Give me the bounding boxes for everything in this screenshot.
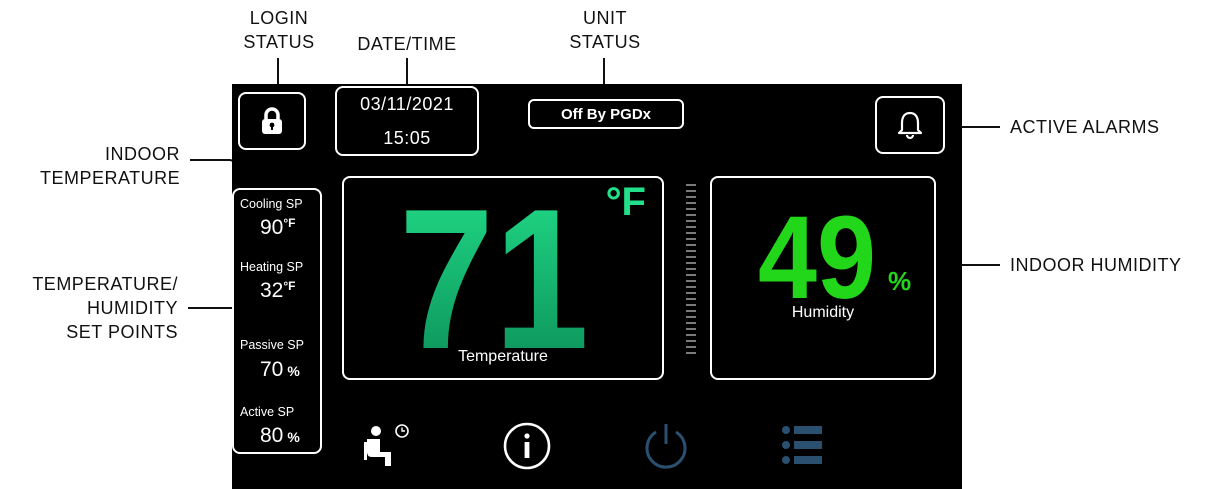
- humidity-label: Humidity: [791, 304, 855, 321]
- setpoints-panel[interactable]: Cooling SP 90°F Heating SP 32°F Passive …: [232, 188, 322, 454]
- scale-tick: [686, 268, 696, 270]
- callout-line: HUMIDITY: [87, 298, 178, 318]
- callout-line: LOGIN: [249, 8, 309, 28]
- info-button[interactable]: [502, 421, 552, 471]
- date-time-display[interactable]: 03/11/2021 15:05: [335, 86, 479, 156]
- scale-tick: [686, 292, 696, 294]
- leader-date-time: [406, 58, 408, 86]
- active-sp-label: Active SP: [240, 405, 295, 419]
- scale-tick: [686, 250, 696, 252]
- indoor-temperature-panel[interactable]: 71 °F Temperature: [342, 176, 664, 380]
- lock-icon: [262, 107, 282, 134]
- indoor-humidity-panel[interactable]: 49 % Humidity: [710, 176, 936, 380]
- cooling-sp-value: 90°F: [260, 216, 296, 240]
- scale-tick: [686, 280, 696, 282]
- power-button[interactable]: [640, 420, 692, 472]
- callout-login-status: LOGIN STATUS: [237, 6, 321, 54]
- callout-indoor-temperature: INDOOR TEMPERATURE: [40, 142, 180, 190]
- scale-tick: [686, 298, 696, 300]
- scale-tick: [686, 322, 696, 324]
- bell-icon: [897, 111, 923, 140]
- scale-tick: [686, 304, 696, 306]
- level-scale: [686, 184, 696, 356]
- sp-number: 32: [260, 279, 284, 302]
- callout-line: UNIT: [583, 8, 627, 28]
- scale-tick: [686, 232, 696, 234]
- login-status-button[interactable]: [238, 92, 306, 150]
- humidity-value: 49: [758, 198, 876, 304]
- callout-set-points: TEMPERATURE/ HUMIDITY SET POINTS: [2, 272, 178, 344]
- passive-sp-label: Passive SP: [240, 338, 304, 352]
- unit-status-text: Off By PGDx: [560, 105, 651, 123]
- menu-list-icon: [782, 426, 822, 464]
- leader-login: [277, 58, 279, 86]
- power-icon: [645, 424, 687, 469]
- sp-unit: %: [287, 429, 300, 445]
- svg-text:49: 49: [758, 198, 876, 304]
- callout-line: TEMPERATURE/: [32, 274, 178, 294]
- heating-sp-value: 32°F: [260, 279, 296, 303]
- scale-tick: [686, 226, 696, 228]
- callout-date-time: DATE/TIME: [357, 34, 457, 54]
- time-text: 15:05: [383, 128, 431, 148]
- sp-number: 70: [260, 358, 284, 381]
- scale-tick: [686, 346, 696, 348]
- heating-sp-label: Heating SP: [240, 260, 304, 274]
- sp-unit: %: [287, 363, 300, 379]
- scale-tick: [686, 214, 696, 216]
- scale-tick: [686, 274, 696, 276]
- callout-line: SET POINTS: [66, 322, 178, 342]
- scale-tick: [686, 352, 696, 354]
- scale-tick: [686, 262, 696, 264]
- scale-tick: [686, 286, 696, 288]
- active-sp-value: 80%: [260, 424, 300, 448]
- sp-unit: °F: [283, 216, 296, 230]
- callout-unit-status: UNIT STATUS: [558, 6, 652, 54]
- scale-tick: [686, 208, 696, 210]
- active-alarms-button[interactable]: [875, 96, 945, 154]
- callout-line: STATUS: [569, 32, 641, 52]
- info-icon: [503, 422, 551, 470]
- scale-tick: [686, 238, 696, 240]
- leader-set-points: [188, 307, 232, 309]
- scale-tick: [686, 334, 696, 336]
- sp-number: 90: [260, 216, 284, 239]
- scale-tick: [686, 202, 696, 204]
- unit-status-badge[interactable]: Off By PGDx: [528, 99, 684, 129]
- occupancy-schedule-button[interactable]: [360, 422, 412, 470]
- temperature-unit: °F: [605, 180, 646, 224]
- scale-tick: [686, 190, 696, 192]
- callout-line: TEMPERATURE: [40, 168, 181, 188]
- menu-list-button[interactable]: [780, 424, 824, 466]
- callout-line: INDOOR: [105, 144, 180, 164]
- scale-tick: [686, 220, 696, 222]
- scale-tick: [686, 310, 696, 312]
- scale-tick: [686, 196, 696, 198]
- callout-indoor-humidity: INDOOR HUMIDITY: [1010, 255, 1182, 275]
- thermostat-screen: 03/11/2021 15:05 Off By PGDx Cooling SP …: [232, 84, 962, 489]
- scale-tick: [686, 328, 696, 330]
- date-text: 03/11/2021: [360, 94, 454, 114]
- scale-tick: [686, 244, 696, 246]
- occupancy-schedule-icon: [364, 424, 409, 466]
- cooling-sp-label: Cooling SP: [240, 197, 303, 211]
- svg-text:71: 71: [399, 178, 589, 354]
- temperature-value: 71: [399, 178, 589, 354]
- scale-tick: [686, 184, 696, 186]
- temperature-label: Temperature: [458, 348, 548, 365]
- callout-line: STATUS: [243, 32, 315, 52]
- humidity-unit: %: [888, 266, 912, 296]
- callout-active-alarms: ACTIVE ALARMS: [1010, 117, 1160, 137]
- sp-number: 80: [260, 424, 284, 447]
- scale-tick: [686, 316, 696, 318]
- passive-sp-value: 70%: [260, 358, 300, 382]
- scale-tick: [686, 256, 696, 258]
- scale-tick: [686, 340, 696, 342]
- sp-unit: °F: [283, 279, 296, 293]
